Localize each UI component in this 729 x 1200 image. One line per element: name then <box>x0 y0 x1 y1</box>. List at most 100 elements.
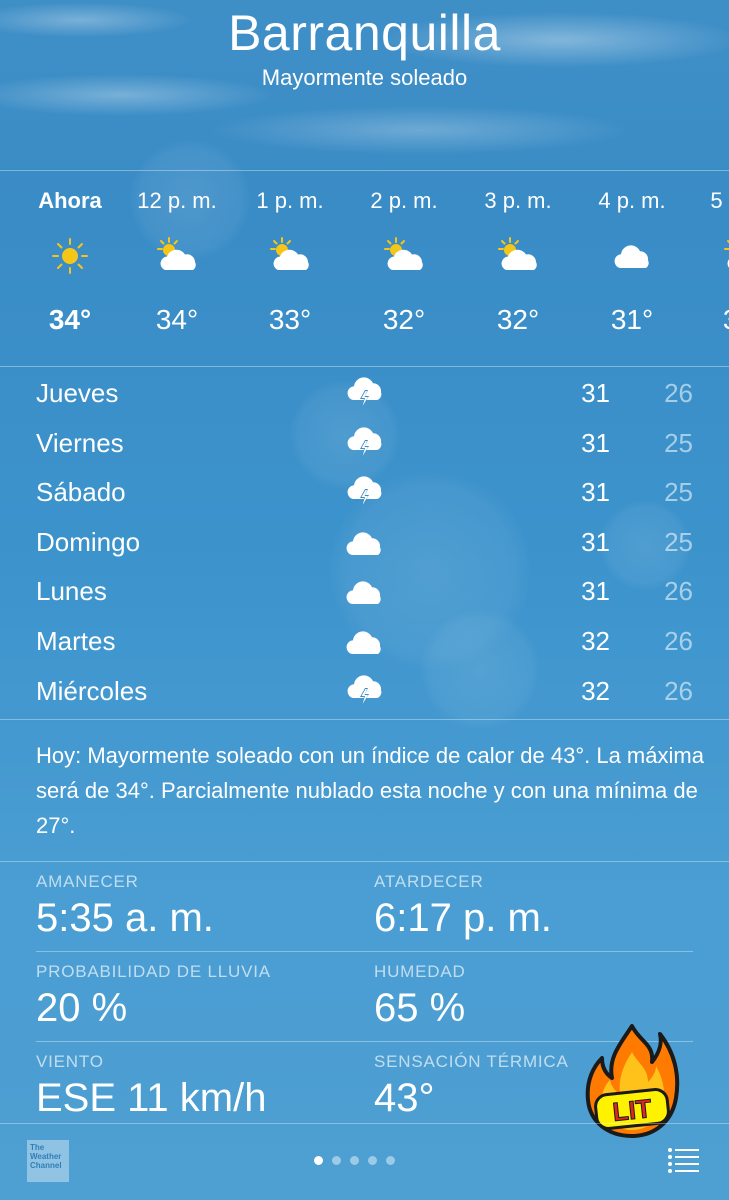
hour-time: 5 p. m. <box>710 188 729 213</box>
daily-forecast[interactable]: Jueves 31 26 Viernes 31 25 Sábado 31 25 … <box>0 368 729 715</box>
hour-time: 1 p. m. <box>256 188 324 213</box>
location-header: Barranquilla Mayormente soleado <box>0 0 729 91</box>
page-dot[interactable] <box>314 1156 323 1165</box>
cloud-icon <box>345 574 385 608</box>
day-high: 32 <box>581 625 610 656</box>
detail-label: ATARDECER <box>374 872 484 891</box>
thunderstorm-icon <box>345 674 385 708</box>
hour-item: 4 p. m. 31° <box>577 172 687 336</box>
logo-line: Weather <box>30 1152 62 1161</box>
cloud-icon <box>345 525 385 559</box>
day-low: 25 <box>664 427 693 458</box>
day-name: Lunes <box>36 576 107 607</box>
daily-row: Jueves 31 26 <box>0 368 729 418</box>
daily-row: Sábado 31 25 <box>0 467 729 517</box>
detail-label: PROBABILIDAD DE LLUVIA <box>36 962 271 981</box>
day-high: 32 <box>581 675 610 706</box>
day-low: 25 <box>664 526 693 557</box>
bottom-toolbar: The Weather Channel <box>0 1123 729 1200</box>
hour-temp: 32° <box>382 304 426 335</box>
partly-cloudy-icon <box>122 236 232 276</box>
cloud-icon <box>345 624 385 658</box>
hour-temp: 31° <box>610 304 654 335</box>
page-dot[interactable] <box>386 1156 395 1165</box>
hour-item: 12 p. m. 34° <box>122 172 232 336</box>
hour-item: 1 p. m. 33° <box>235 172 345 336</box>
logo-line: The <box>30 1143 45 1152</box>
partly-cloudy-icon <box>349 236 459 276</box>
day-name: Miércoles <box>36 675 148 706</box>
detail-value: ESE 11 km/h <box>36 1076 267 1120</box>
hour-temp: 34° <box>48 304 92 335</box>
divider <box>0 170 729 171</box>
detail-row: AMANECER 5:35 a. m. ATARDECER 6:17 p. m. <box>0 862 729 952</box>
day-high: 31 <box>581 427 610 458</box>
daily-row: Viernes 31 25 <box>0 418 729 468</box>
hour-temp: 34° <box>155 304 199 335</box>
thunderstorm-icon <box>345 376 385 410</box>
rain-chance-detail: PROBABILIDAD DE LLUVIA 20 % <box>36 962 271 1031</box>
day-name: Jueves <box>36 378 119 408</box>
hour-item: Ahora 34° <box>15 172 125 336</box>
thunderstorm-icon <box>345 475 385 509</box>
page-dot[interactable] <box>368 1156 377 1165</box>
day-name: Sábado <box>36 477 126 508</box>
hour-time: 2 p. m. <box>370 188 438 213</box>
list-icon[interactable] <box>667 1147 699 1173</box>
day-low: 26 <box>664 576 693 607</box>
divider <box>0 366 729 367</box>
detail-value: 5:35 a. m. <box>36 896 214 940</box>
wind-detail: VIENTO ESE 11 km/h <box>36 1052 266 1121</box>
day-high: 31 <box>581 378 610 408</box>
humidity-detail: HUMEDAD 65 % <box>374 962 466 1031</box>
feels-like-detail: SENSACIÓN TÉRMICA 43° <box>374 1052 569 1121</box>
detail-value: 20 % <box>36 986 128 1030</box>
detail-label: VIENTO <box>36 1052 104 1071</box>
day-low: 26 <box>664 625 693 656</box>
partly-cloudy-icon <box>463 236 573 276</box>
daily-row: Martes 32 26 <box>0 616 729 666</box>
hour-temp: 32° <box>496 304 540 335</box>
sunset-detail: ATARDECER 6:17 p. m. <box>374 872 552 941</box>
day-name: Domingo <box>36 526 141 557</box>
sunrise-detail: AMANECER 5:35 a. m. <box>36 872 214 941</box>
page-indicator[interactable] <box>314 1156 395 1165</box>
divider <box>0 719 729 720</box>
hourly-forecast[interactable]: Ahora 34° 12 p. m. 34° 1 p. m. 33° 2 p. … <box>0 172 729 365</box>
hour-time: 3 p. m. <box>484 188 552 213</box>
hour-item: 5 p. m. 31° <box>689 172 729 336</box>
day-low: 25 <box>664 477 693 508</box>
day-name: Martes <box>36 625 116 656</box>
day-high: 31 <box>581 576 610 607</box>
day-name: Viernes <box>36 427 124 458</box>
detail-label: HUMEDAD <box>374 962 466 981</box>
sticker-text: LIT <box>611 1093 653 1127</box>
page-dot[interactable] <box>332 1156 341 1165</box>
current-condition: Mayormente soleado <box>261 65 468 90</box>
day-low: 26 <box>664 378 693 408</box>
detail-value: 65 % <box>374 986 466 1030</box>
hour-temp: 31° <box>689 304 729 336</box>
weather-channel-logo[interactable]: The Weather Channel <box>27 1140 69 1182</box>
hour-time: Ahora <box>38 188 102 213</box>
daily-row: Lunes 31 26 <box>0 566 729 616</box>
page-dot[interactable] <box>350 1156 359 1165</box>
hour-time: 4 p. m. <box>598 188 666 213</box>
day-high: 31 <box>581 477 610 508</box>
forecast-summary: Hoy: Mayormente soleado con un índice de… <box>36 743 704 838</box>
sun-icon <box>15 236 125 276</box>
day-high: 31 <box>581 526 610 557</box>
thunderstorm-icon <box>345 426 385 460</box>
daily-row: Miércoles 32 26 <box>0 666 729 716</box>
hour-temp: 33° <box>268 304 312 335</box>
divider <box>0 1123 729 1124</box>
detail-value: 43° <box>374 1076 435 1120</box>
hour-item: 3 p. m. 32° <box>463 172 573 336</box>
hour-time: 12 p. m. <box>137 188 217 213</box>
logo-line: Channel <box>30 1161 62 1170</box>
detail-label: SENSACIÓN TÉRMICA <box>374 1052 569 1071</box>
day-low: 26 <box>664 675 693 706</box>
hour-item: 2 p. m. 32° <box>349 172 459 336</box>
partly-cloudy-icon <box>689 236 729 276</box>
city-name: Barranquilla <box>228 5 501 61</box>
